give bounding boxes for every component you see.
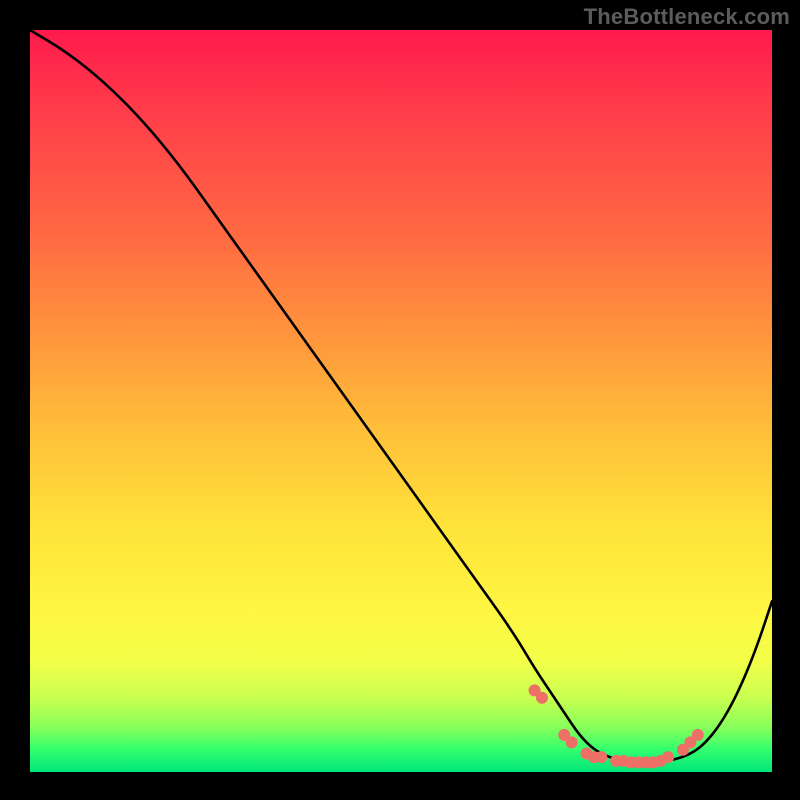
watermark-text: TheBottleneck.com xyxy=(584,4,790,30)
threshold-marker xyxy=(662,751,674,763)
chart-frame: TheBottleneck.com xyxy=(0,0,800,800)
threshold-marker xyxy=(566,736,578,748)
threshold-marker xyxy=(536,692,548,704)
threshold-marker xyxy=(692,729,704,741)
bottleneck-curve xyxy=(30,30,772,763)
plot-area xyxy=(30,30,772,772)
chart-svg xyxy=(30,30,772,772)
threshold-marker xyxy=(595,751,607,763)
